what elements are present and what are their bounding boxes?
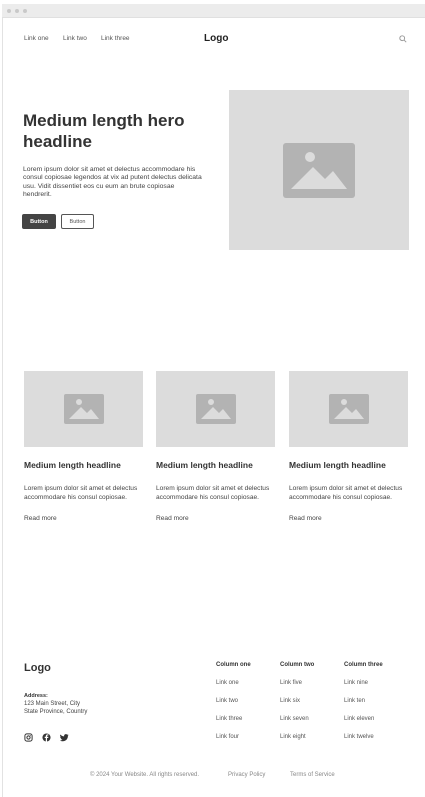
browser-chrome	[2, 4, 425, 18]
footer-link[interactable]: Link ten	[344, 698, 365, 704]
footer-logo[interactable]: Logo	[24, 662, 51, 674]
nav-link-two[interactable]: Link two	[63, 35, 87, 42]
address-line: 123 Main Street, City	[24, 701, 81, 707]
address-label: Address:	[24, 693, 48, 699]
terms-of-service-link[interactable]: Terms of Service	[290, 772, 335, 778]
card-text: Lorem ipsum dolor sit amet et delectus a…	[156, 485, 270, 501]
footer-link[interactable]: Link five	[280, 680, 302, 686]
footer-link[interactable]: Link eight	[280, 734, 306, 740]
card-title: Medium length headline	[24, 460, 121, 470]
facebook-icon[interactable]	[42, 733, 51, 742]
card-image-placeholder	[156, 371, 275, 447]
window-dot	[7, 9, 11, 13]
footer-link[interactable]: Link eleven	[344, 716, 374, 722]
nav-logo[interactable]: Logo	[204, 33, 228, 44]
hero-image-placeholder	[229, 90, 409, 250]
footer-link[interactable]: Link one	[216, 680, 239, 686]
hero-paragraph: Lorem ipsum dolor sit amet et delectus a…	[23, 166, 202, 199]
image-placeholder-icon	[195, 394, 236, 424]
secondary-button[interactable]: Button	[61, 214, 94, 229]
image-placeholder-icon	[63, 394, 104, 424]
hero-headline: Medium length hero headline	[23, 111, 185, 151]
card-image-placeholder	[289, 371, 408, 447]
primary-button[interactable]: Button	[22, 214, 56, 229]
card-title: Medium length headline	[156, 460, 253, 470]
window-dot	[15, 9, 19, 13]
footer-link[interactable]: Link nine	[344, 680, 368, 686]
footer-column-heading: Column three	[344, 662, 383, 668]
twitter-icon[interactable]	[60, 733, 69, 742]
footer-link[interactable]: Link twelve	[344, 734, 374, 740]
footer-link[interactable]: Link four	[216, 734, 239, 740]
card-text: Lorem ipsum dolor sit amet et delectus a…	[289, 485, 403, 501]
card-text: Lorem ipsum dolor sit amet et delectus a…	[24, 485, 138, 501]
window-dot	[23, 9, 27, 13]
read-more-link[interactable]: Read more	[289, 515, 408, 522]
privacy-policy-link[interactable]: Privacy Policy	[228, 772, 265, 778]
copyright-text: © 2024 Your Website. All rights reserved…	[90, 772, 200, 778]
address-line: State Province, Country	[24, 709, 88, 715]
image-placeholder-icon	[328, 394, 369, 424]
read-more-link[interactable]: Read more	[24, 515, 143, 522]
footer-column-heading: Column one	[216, 662, 251, 668]
image-placeholder-icon	[283, 142, 355, 198]
card-title: Medium length headline	[289, 460, 386, 470]
nav-link-one[interactable]: Link one	[24, 35, 49, 42]
footer-link[interactable]: Link two	[216, 698, 238, 704]
footer-link[interactable]: Link six	[280, 698, 300, 704]
footer-link[interactable]: Link seven	[280, 716, 309, 722]
card: Medium length headline Lorem ipsum dolor…	[156, 371, 275, 522]
footer-link[interactable]: Link three	[216, 716, 242, 722]
card: Medium length headline Lorem ipsum dolor…	[289, 371, 408, 522]
read-more-link[interactable]: Read more	[156, 515, 275, 522]
nav-link-three[interactable]: Link three	[101, 35, 130, 42]
card-image-placeholder	[24, 371, 143, 447]
footer-column-heading: Column two	[280, 662, 315, 668]
search-icon[interactable]	[399, 35, 407, 43]
instagram-icon[interactable]	[24, 733, 33, 742]
card: Medium length headline Lorem ipsum dolor…	[24, 371, 143, 522]
